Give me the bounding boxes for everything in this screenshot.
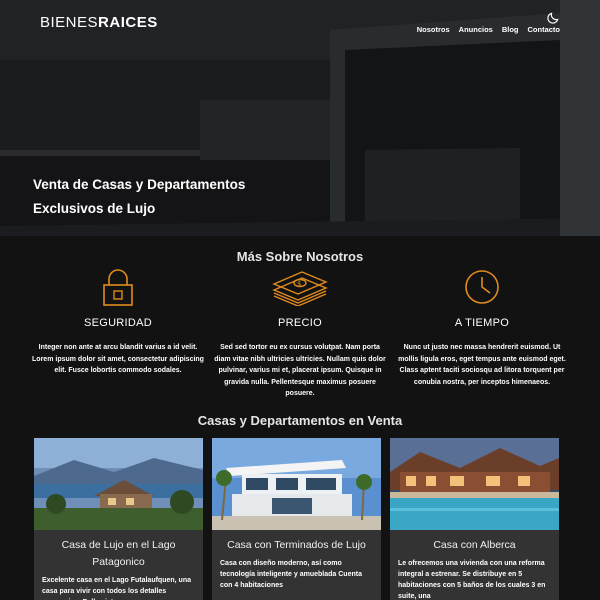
nav-link-blog[interactable]: Blog (502, 25, 519, 34)
listings-section-title: Casas y Departamentos en Venta (197, 413, 403, 428)
feature-title: A TIEMPO (454, 317, 510, 329)
hero-title-line2: Exclusivos de Lujo (33, 201, 156, 216)
feature-seguridad: SEGURIDAD Integer non ante at arcu bland… (30, 268, 206, 400)
listing-description: Casa con diseño moderno, así como tecnol… (220, 560, 362, 589)
listing-image-lake-house (34, 438, 203, 530)
listing-card[interactable]: Casa con Alberca Le ofrecemos una vivien… (390, 438, 559, 600)
listings-cards: Casa de Lujo en el Lago Patagonico Excel… (34, 438, 559, 600)
nav-link-nosotros[interactable]: Nosotros (417, 25, 450, 34)
listing-description: Le ofrecemos una vivienda con una reform… (398, 560, 546, 600)
listing-card[interactable]: Casa de Lujo en el Lago Patagonico Excel… (34, 438, 203, 600)
money-icon: $ (272, 271, 328, 306)
svg-text:$: $ (297, 280, 301, 288)
hero-banner: BIENESRAICES Nosotros Anuncios Blog Cont… (0, 0, 600, 236)
feature-text: Nunc ut justo nec massa hendrerit euismo… (398, 344, 566, 386)
nav-link-anuncios[interactable]: Anuncios (459, 25, 493, 34)
listing-card[interactable]: Casa con Terminados de Lujo Casa con dis… (212, 438, 381, 600)
nav-link-contacto[interactable]: Contacto (528, 25, 561, 34)
features-list: SEGURIDAD Integer non ante at arcu bland… (30, 268, 570, 400)
listing-title: Casa de Lujo en el Lago Patagonico (61, 539, 176, 568)
logo-light-text: BIENES (40, 14, 99, 31)
top-bar: BIENESRAICES Nosotros Anuncios Blog Cont… (0, 0, 600, 44)
hero-title: Venta de Casas y Departamentos Exclusivo… (33, 173, 353, 221)
feature-a-tiempo: A TIEMPO Nunc ut justo nec massa hendrer… (394, 268, 570, 400)
feature-text: Integer non ante at arcu blandit varius … (32, 344, 204, 374)
listing-title: Casa con Alberca (433, 539, 516, 551)
clock-icon (465, 270, 499, 304)
logo-bold-text: RAICES (98, 14, 158, 31)
feature-title: PRECIO (278, 317, 322, 329)
feature-title: SEGURIDAD (83, 317, 153, 329)
feature-text: Sed sed tortor eu ex cursus volutpat. Na… (214, 344, 386, 397)
listing-image-modern-house (212, 438, 381, 530)
hero-title-line1: Venta de Casas y Departamentos (33, 177, 246, 192)
listing-description: Excelente casa en el Lago Futalaufquen, … (42, 577, 191, 600)
site-logo[interactable]: BIENESRAICES (40, 14, 158, 31)
main-nav: Nosotros Anuncios Blog Contacto (417, 25, 560, 34)
listing-image-pool-house (390, 438, 559, 530)
lock-icon (103, 269, 133, 306)
about-section-title: Más Sobre Nosotros (236, 249, 364, 264)
listing-title: Casa con Terminados de Lujo (227, 539, 366, 551)
feature-precio: $ PRECIO Sed sed tortor eu ex cursus vol… (212, 268, 388, 400)
moon-icon[interactable] (546, 11, 560, 25)
